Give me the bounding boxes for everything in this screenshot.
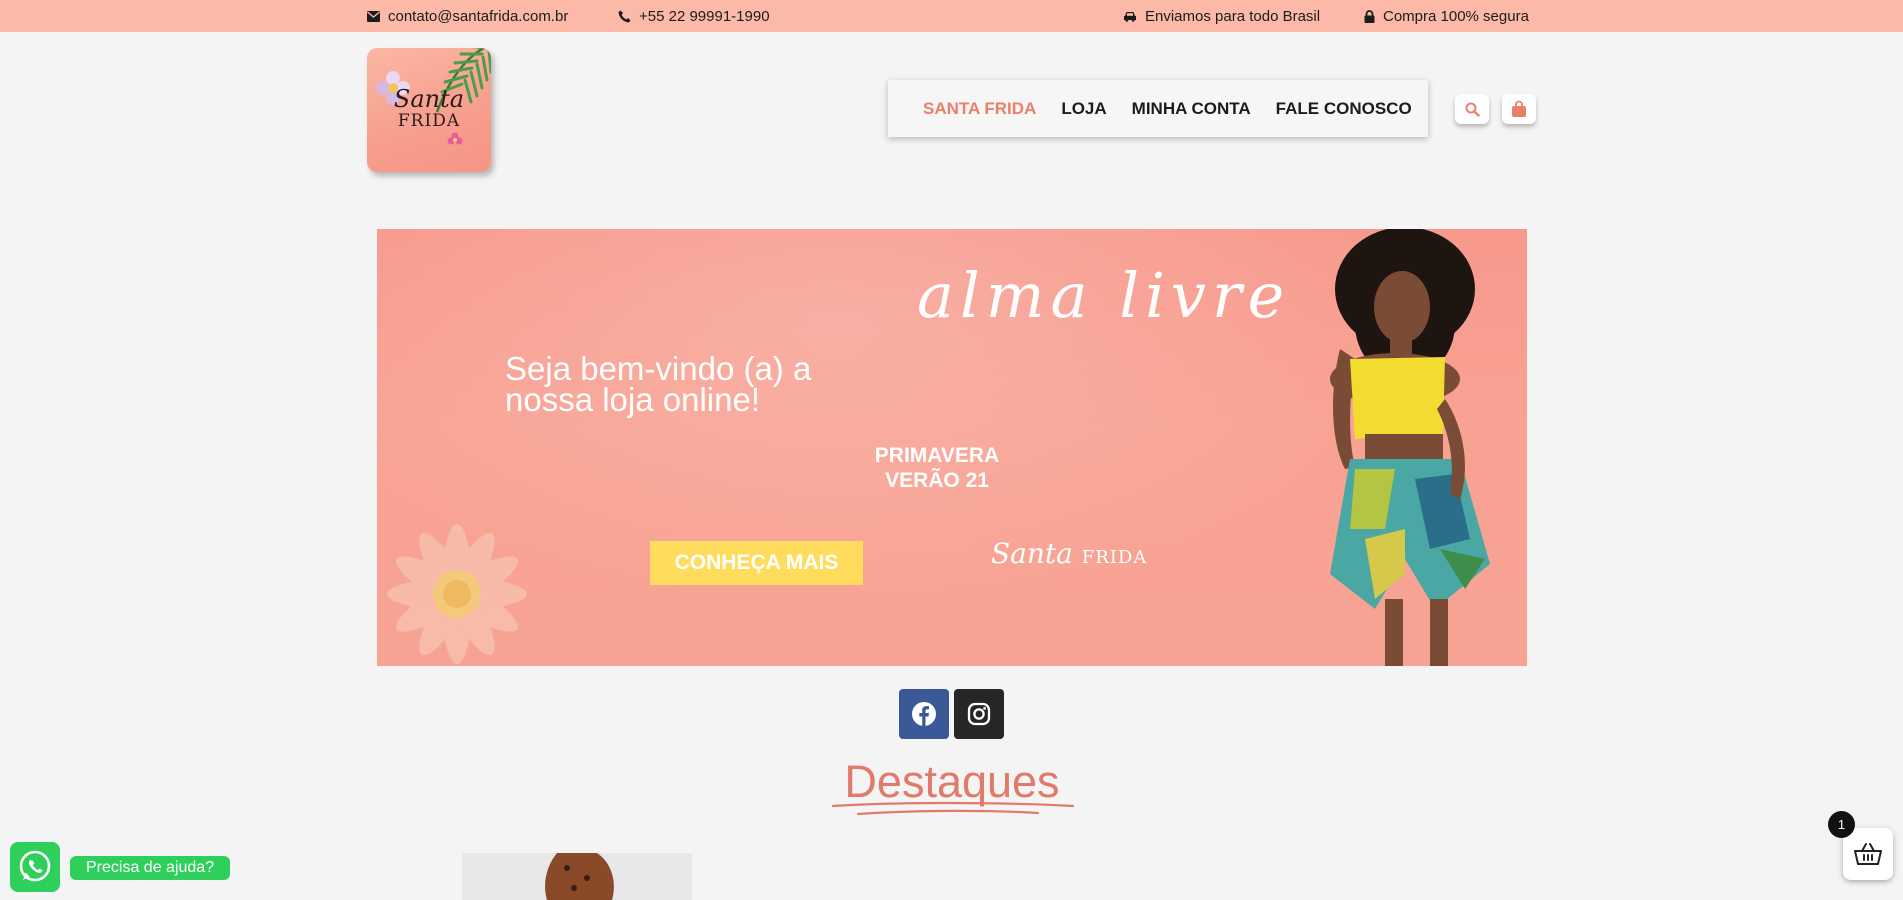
cart-count-badge: 1 <box>1828 811 1855 838</box>
logo-line2: FRIDA <box>397 111 461 131</box>
secure-info: Compra 100% segura <box>1364 0 1529 32</box>
hero-banner[interactable]: alma livre Seja bem-vindo (a) a nossa lo… <box>377 229 1527 666</box>
whatsapp-icon <box>19 850 51 882</box>
secure-text: Compra 100% segura <box>1383 7 1529 25</box>
banner-brand: Santa FRIDA <box>991 537 1147 570</box>
contact-email-text: contato@santafrida.com.br <box>388 7 569 25</box>
daisy-illustration <box>387 524 527 664</box>
product-photo <box>462 853 692 900</box>
season-line2: VERÃO 21 <box>885 469 989 492</box>
season-line1: PRIMAVERA <box>874 444 1000 467</box>
title-underline <box>831 801 1075 816</box>
search-button[interactable] <box>1455 94 1489 124</box>
bag-button[interactable] <box>1502 94 1536 124</box>
nav-item-fale-conosco[interactable]: FALE CONOSCO <box>1276 99 1412 119</box>
instagram-button[interactable] <box>954 689 1004 739</box>
shipping-info: Enviamos para todo Brasil <box>1123 0 1320 32</box>
lock-icon <box>1364 9 1375 23</box>
car-icon <box>1124 11 1136 22</box>
nav-item-loja[interactable]: LOJA <box>1061 99 1106 119</box>
top-info-bar: contato@santafrida.com.br +55 22 99991-1… <box>0 0 1903 32</box>
model-photo <box>1330 229 1490 666</box>
banner-welcome-text: Seja bem-vindo (a) a nossa loja online! <box>505 350 812 418</box>
site-logo[interactable]: Santa FRIDA <box>367 48 491 172</box>
whatsapp-help-label[interactable]: Precisa de ajuda? <box>70 856 231 880</box>
basket-icon <box>1854 843 1882 865</box>
floating-cart-button[interactable] <box>1843 828 1893 880</box>
phone-icon <box>618 10 631 22</box>
contact-phone-text: +55 22 99991-1990 <box>639 7 770 25</box>
logo-line1: Santa <box>393 85 465 113</box>
shopping-bag-icon <box>1512 100 1526 117</box>
product-card-image[interactable] <box>462 853 692 900</box>
facebook-icon <box>912 702 936 726</box>
whatsapp-button[interactable] <box>10 842 60 892</box>
contact-email[interactable]: contato@santafrida.com.br <box>367 0 568 32</box>
banner-season: PRIMAVERA VERÃO 21 <box>837 443 1037 493</box>
small-flower-icon <box>447 132 463 145</box>
banner-script-text: alma livre <box>917 259 1291 332</box>
banner-brand-script: Santa <box>991 537 1073 570</box>
logo-text: Santa FRIDA <box>367 85 491 132</box>
search-icon <box>1465 102 1480 117</box>
conheca-mais-button[interactable]: CONHEÇA MAIS <box>650 541 863 585</box>
facebook-button[interactable] <box>899 689 949 739</box>
nav-item-santa-frida[interactable]: SANTA FRIDA <box>923 99 1036 119</box>
banner-brand-caps: FRIDA <box>1081 547 1148 568</box>
contact-phone[interactable]: +55 22 99991-1990 <box>618 0 770 32</box>
instagram-icon <box>967 702 991 726</box>
main-navigation: SANTA FRIDA LOJA MINHA CONTA FALE CONOSC… <box>888 80 1428 137</box>
shipping-text: Enviamos para todo Brasil <box>1145 7 1321 25</box>
envelope-icon <box>367 10 380 22</box>
nav-item-minha-conta[interactable]: MINHA CONTA <box>1132 99 1251 119</box>
